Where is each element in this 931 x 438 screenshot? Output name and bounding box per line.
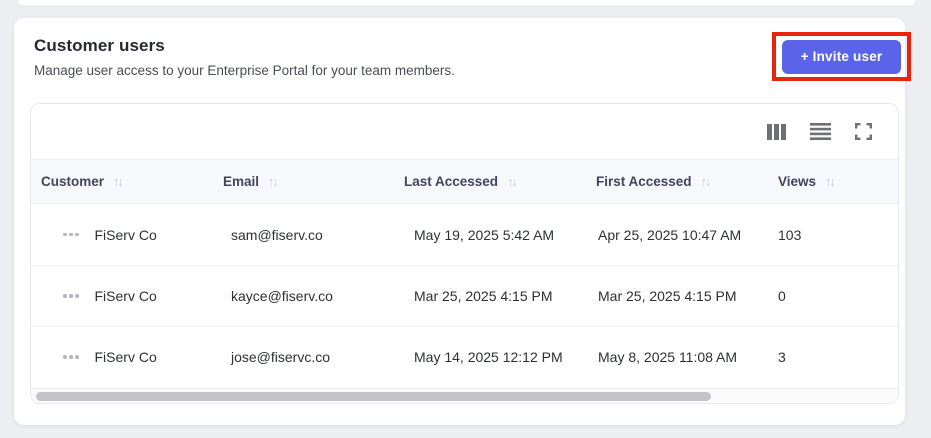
customer-cell: FiServ Co (31, 349, 213, 365)
email-cell: kayce@fiserv.co (231, 288, 333, 304)
sort-icon: ↑↓ (268, 174, 278, 189)
table-row[interactable]: FiServ Co sam@fiserv.co May 19, 2025 5:4… (31, 204, 898, 265)
column-label: Views (778, 174, 817, 189)
column-label: Last Accessed (404, 174, 499, 189)
row-actions-icon[interactable] (63, 290, 79, 302)
last-accessed-cell: May 19, 2025 5:42 AM (414, 226, 555, 243)
column-header-customer[interactable]: Customer ↑↓ (31, 174, 213, 189)
row-actions-icon[interactable] (63, 351, 79, 363)
customer-cell: FiServ Co (31, 288, 213, 304)
customer-name: FiServ Co (94, 226, 157, 243)
columns-icon[interactable] (767, 123, 786, 140)
sort-icon: ↑↓ (700, 174, 711, 189)
page-title: Customer users (34, 36, 165, 55)
row-actions-icon[interactable] (63, 229, 79, 241)
table-header-row: Customer ↑↓ Email ↑↓ Last Accessed ↑↓ Fi… (31, 159, 898, 204)
page-subtitle: Manage user access to your Enterprise Po… (34, 63, 455, 78)
top-card-edge (18, 0, 915, 5)
views-cell: 3 (778, 349, 786, 365)
row-density-icon[interactable] (810, 123, 831, 140)
last-accessed-cell: May 14, 2025 12:12 PM (414, 349, 563, 365)
table-toolbar (31, 104, 898, 159)
sort-icon: ↑↓ (113, 174, 123, 189)
fullscreen-icon[interactable] (855, 123, 872, 140)
column-label: Email (223, 174, 260, 189)
card-header: Customer users Manage user access to you… (14, 18, 911, 81)
column-header-last-accessed[interactable]: Last Accessed ↑↓ (394, 174, 586, 189)
horizontal-scrollbar-thumb[interactable] (36, 392, 711, 401)
column-label: First Accessed (596, 174, 692, 189)
column-header-views[interactable]: Views ↑↓ (768, 174, 898, 189)
column-label: Customer (41, 174, 105, 189)
customer-name: FiServ Co (94, 288, 157, 304)
annotation-highlight: + Invite user (772, 32, 911, 81)
column-header-email[interactable]: Email ↑↓ (213, 174, 394, 189)
first-accessed-cell: Mar 25, 2025 4:15 PM (598, 288, 737, 304)
first-accessed-cell: Apr 25, 2025 10:47 AM (598, 226, 742, 243)
invite-user-button[interactable]: + Invite user (782, 39, 901, 74)
first-accessed-cell: May 8, 2025 11:08 AM (598, 349, 738, 365)
customer-cell: FiServ Co (31, 227, 213, 243)
column-header-first-accessed[interactable]: First Accessed ↑↓ (586, 174, 768, 189)
sort-icon: ↑↓ (507, 174, 517, 189)
customer-name: FiServ Co (94, 349, 157, 365)
users-table-container: Customer ↑↓ Email ↑↓ Last Accessed ↑↓ Fi… (30, 103, 899, 404)
customer-users-card: Customer users Manage user access to you… (14, 18, 911, 425)
sort-icon: ↑↓ (825, 174, 835, 189)
email-cell: sam@fiserv.co (231, 226, 323, 243)
table-row[interactable]: FiServ Co jose@fiservc.co May 14, 2025 1… (31, 326, 898, 387)
table-row[interactable]: FiServ Co kayce@fiserv.co Mar 25, 2025 4… (31, 265, 898, 326)
horizontal-scrollbar-track[interactable] (31, 388, 898, 403)
email-cell: jose@fiservc.co (231, 349, 331, 365)
last-accessed-cell: Mar 25, 2025 4:15 PM (414, 288, 553, 304)
views-cell: 0 (778, 288, 786, 304)
views-cell: 103 (778, 226, 802, 243)
